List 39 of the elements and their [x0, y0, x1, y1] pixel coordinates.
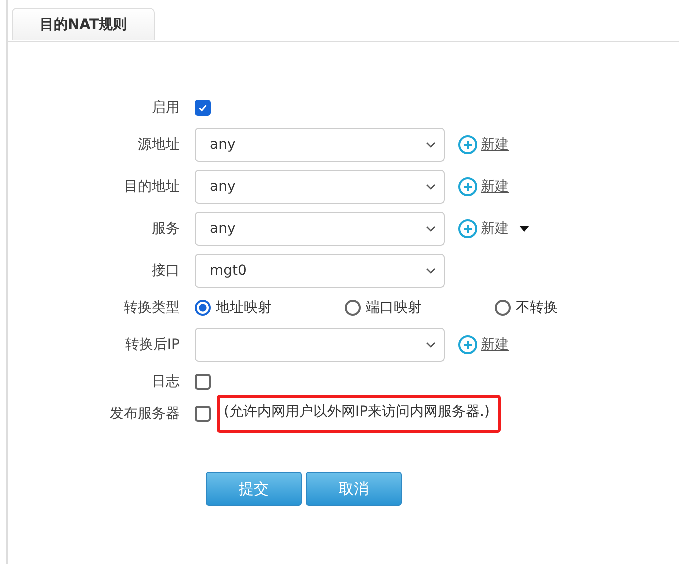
field-label: 发布服务器 [109, 405, 181, 423]
caret-icon[interactable] [519, 226, 530, 232]
field-label: 转换类型 [123, 299, 181, 317]
dropdown-field[interactable] [195, 328, 445, 362]
chevron-down-icon[interactable] [426, 226, 436, 232]
radio-button[interactable] [495, 300, 511, 316]
checkbox[interactable] [195, 100, 211, 116]
checkbox[interactable] [195, 406, 211, 422]
checkbox[interactable] [195, 374, 211, 390]
field-label: 转换后IP [124, 336, 181, 354]
field-label: 源地址 [137, 136, 181, 154]
add-icon[interactable] [458, 177, 478, 197]
radio-button[interactable] [345, 300, 361, 316]
field-label: 目的地址 [123, 178, 181, 196]
dropdown-field[interactable]: any [195, 212, 445, 246]
hint-text: (允许内网用户以外网IP来访问内网服务器.) [217, 395, 501, 433]
chevron-down-icon[interactable] [426, 142, 436, 148]
new-link[interactable]: 新建 [481, 136, 509, 154]
tab[interactable]: 目的NAT规则 [12, 8, 155, 40]
chevron-down-icon[interactable] [426, 342, 436, 348]
chevron-down-icon[interactable] [426, 268, 436, 274]
field-label: 日志 [151, 373, 181, 391]
new-link[interactable]: 新建 [481, 178, 509, 196]
dropdown-field[interactable]: any [195, 128, 445, 162]
radio-label: 不转换 [516, 299, 558, 317]
field-label: 启用 [151, 99, 181, 117]
radio-label: 端口映射 [366, 299, 422, 317]
radio-button[interactable] [195, 300, 211, 316]
add-icon[interactable] [458, 335, 478, 355]
new-link[interactable]: 新建 [481, 336, 509, 354]
add-icon[interactable] [458, 219, 478, 239]
new-link[interactable]: 新建 [481, 220, 509, 238]
field-label: 接口 [151, 262, 181, 280]
radio-label: 地址映射 [216, 299, 272, 317]
add-icon[interactable] [458, 135, 478, 155]
dropdown-field[interactable]: any [195, 170, 445, 204]
chevron-down-icon[interactable] [426, 184, 436, 190]
field-label: 服务 [151, 220, 181, 238]
dropdown-field[interactable]: mgt0 [195, 254, 445, 288]
